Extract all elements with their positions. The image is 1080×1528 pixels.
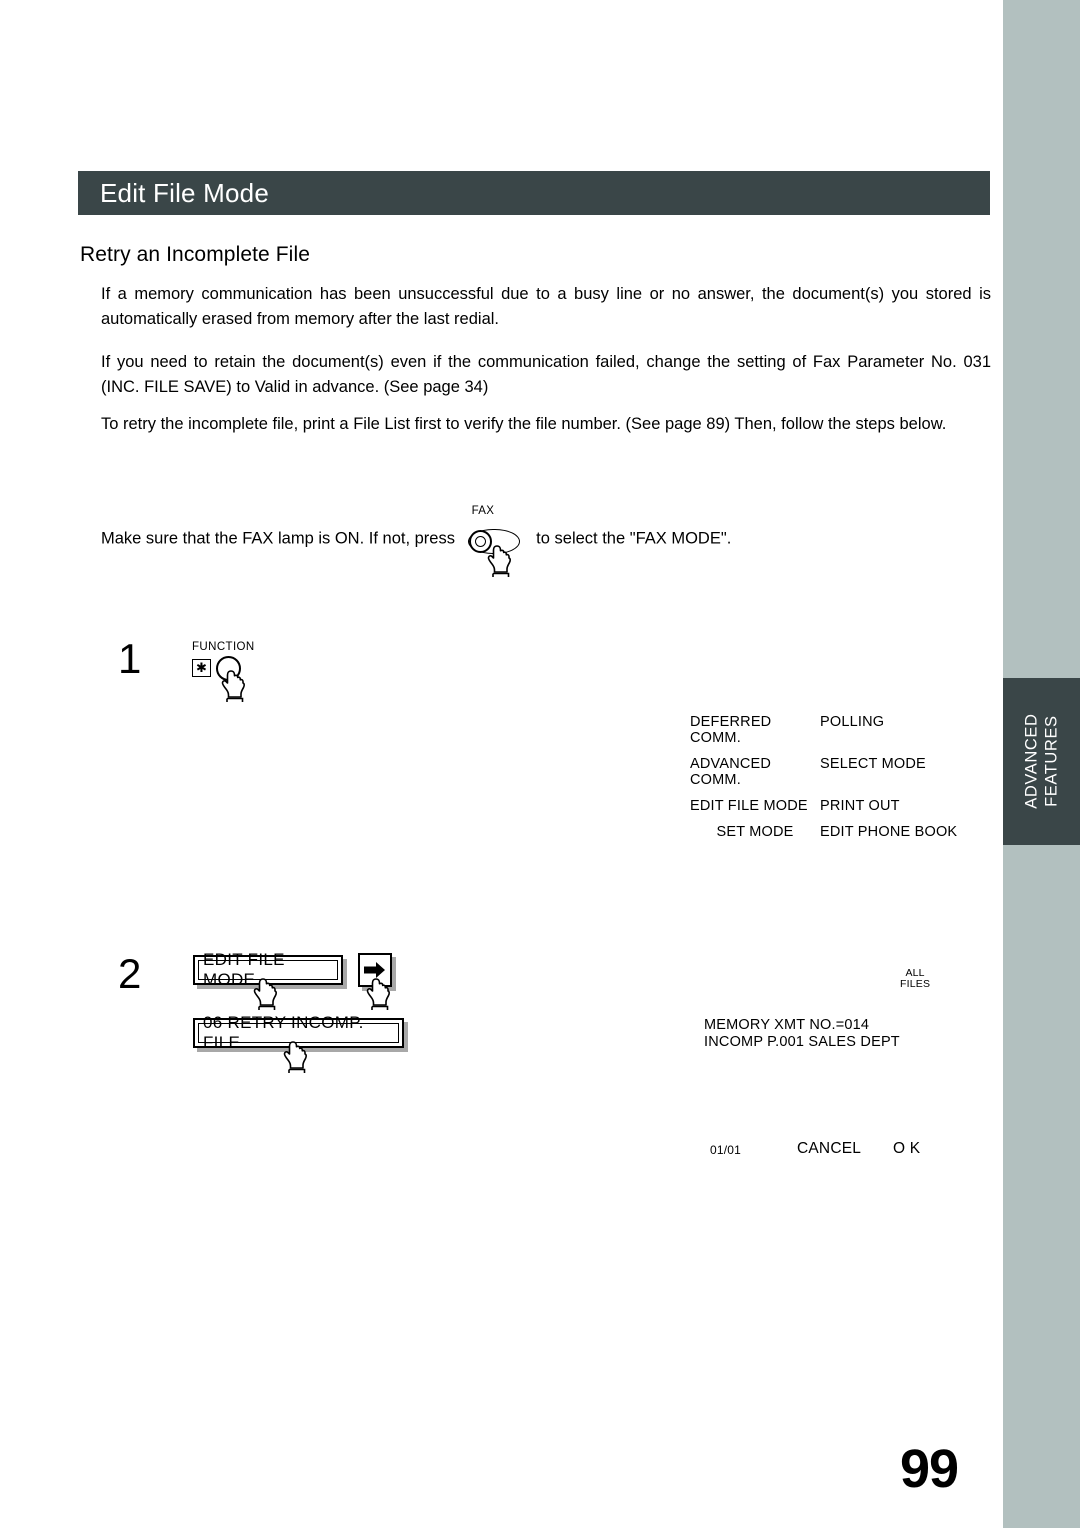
function-key-label: FUNCTION (192, 641, 255, 653)
step-2-number: 2 (118, 950, 142, 997)
hand-pointer-icon (220, 669, 250, 703)
hand-pointer-icon (252, 977, 282, 1011)
lcd-function-menu: DEFERRED COMM. POLLING ADVANCED COMM. SE… (690, 714, 990, 840)
section-tab-text: ADVANCED FEATURES (1021, 714, 1061, 809)
section-tab-line1: ADVANCED (1022, 713, 1041, 810)
page-title-bar: Edit File Mode (78, 171, 990, 215)
fax-mode-key[interactable]: FAX (464, 505, 528, 577)
lcd-cancel-softkey[interactable]: CANCEL (797, 1140, 861, 1158)
all-files-line2: FILES (900, 978, 931, 990)
page-title: Edit File Mode (100, 177, 269, 208)
hand-pointer-icon (282, 1040, 312, 1074)
lcd-file-display: ALL FILES MEMORY XMT NO.=014 INCOMP P.00… (660, 960, 990, 1175)
lcd-menu-item-polling[interactable]: POLLING (820, 714, 990, 746)
lcd-menu-item-set-mode[interactable]: SET MODE (690, 824, 820, 840)
hand-pointer-icon (486, 544, 516, 578)
lcd-menu-item-select-mode[interactable]: SELECT MODE (820, 756, 990, 788)
fax-key-label: FAX (471, 505, 495, 517)
lcd-menu-item-edit-file-mode[interactable]: EDIT FILE MODE (690, 798, 820, 814)
fax-mode-instruction: Make sure that the FAX lamp is ON. If no… (101, 505, 732, 577)
paragraph-3: To retry the incomplete file, print a Fi… (101, 415, 947, 433)
lcd-menu-item-advanced-comm[interactable]: ADVANCED COMM. (690, 756, 820, 788)
paragraph-2: If you need to retain the document(s) ev… (101, 353, 991, 396)
lcd-menu-item-deferred-comm[interactable]: DEFERRED COMM. (690, 714, 820, 746)
all-files-label: ALL FILES (900, 968, 930, 990)
lcd-menu-item-edit-phone-book[interactable]: EDIT PHONE BOOK (820, 824, 990, 840)
hand-pointer-icon (365, 977, 395, 1011)
page-number: 99 (900, 1439, 959, 1499)
lcd-ok-softkey[interactable]: O K (893, 1140, 920, 1158)
step-1-number: 1 (118, 635, 142, 682)
asterisk-key-icon[interactable]: ✱ (192, 659, 211, 677)
lcd-menu-item-print-out[interactable]: PRINT OUT (820, 798, 990, 814)
fax-instruction-before: Make sure that the FAX lamp is ON. If no… (101, 529, 455, 548)
section-tab-advanced-features: ADVANCED FEATURES (1003, 678, 1080, 845)
lcd-display-file-count: 01/01 (710, 1143, 742, 1157)
section-tab-line2: FEATURES (1042, 715, 1061, 808)
lcd-display-line-2: INCOMP P.001 SALES DEPT (704, 1034, 900, 1050)
section-subtitle: Retry an Incomplete File (80, 243, 310, 266)
fax-instruction-after: to select the "FAX MODE". (536, 529, 732, 548)
lcd-display-line-1: MEMORY XMT NO.=014 (704, 1017, 870, 1033)
paragraph-1: If a memory communication has been unsuc… (101, 285, 991, 328)
